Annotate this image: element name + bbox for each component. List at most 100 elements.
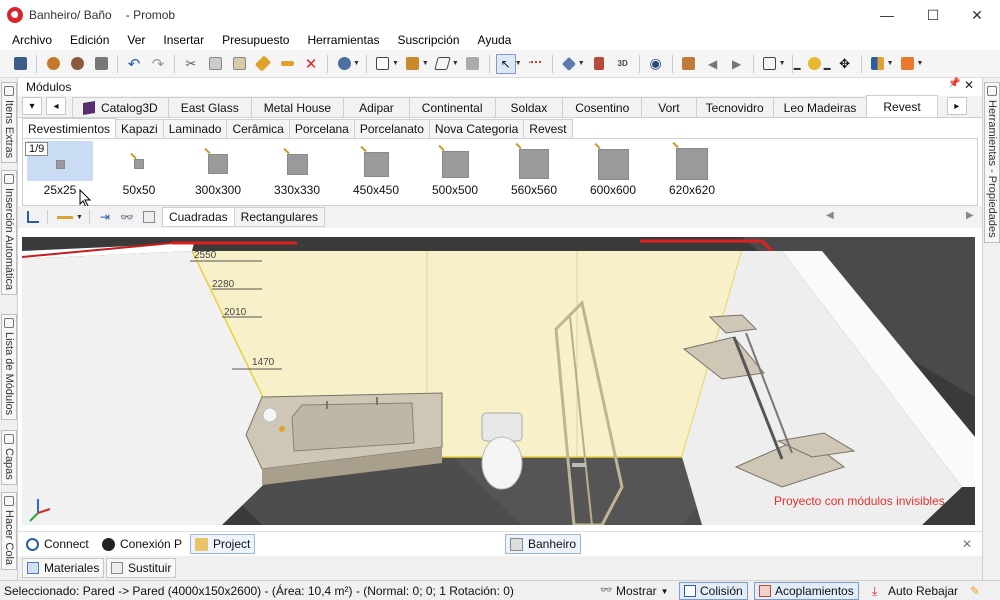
category-scroll-right-button[interactable]: ▸ <box>946 97 967 115</box>
render-icon[interactable] <box>43 54 63 74</box>
copy-module-icon[interactable] <box>140 208 158 226</box>
tab-conexion-p[interactable]: Conexión P <box>98 534 186 554</box>
dropdown-arrow-icon[interactable]: ▼ <box>76 214 83 221</box>
dock-tab-herramientas-propiedades[interactable]: Herramientas - Propiedades <box>984 82 1000 243</box>
dock-tab-capas[interactable]: Capas <box>1 430 17 485</box>
dropdown-arrow-icon[interactable]: ▼ <box>917 60 924 67</box>
menu-ver[interactable]: Ver <box>118 33 154 47</box>
dropdown-arrow-icon[interactable]: ▼ <box>515 60 522 67</box>
dock-tab-itens-extras[interactable]: Itens Extras <box>1 82 17 164</box>
gallery-scroll-left-icon[interactable]: ◀ <box>826 210 834 221</box>
undo-icon[interactable]: ↶ <box>124 54 144 74</box>
color-palette-icon[interactable] <box>868 54 888 74</box>
maximize-button[interactable]: ☐ <box>910 0 956 30</box>
line-style-icon[interactable] <box>53 208 77 226</box>
dropdown-arrow-icon[interactable]: ▼ <box>392 60 399 67</box>
select-group-icon[interactable] <box>373 54 393 74</box>
print-icon[interactable] <box>91 54 111 74</box>
tab-connect[interactable]: Connect <box>22 534 93 554</box>
mostrar-button[interactable]: 👓 Mostrar ▼ <box>596 582 673 600</box>
bottom-panel-close-button[interactable]: ✕ <box>958 534 976 554</box>
menu-herramientas[interactable]: Herramientas <box>298 33 388 47</box>
close-button[interactable]: ✕ <box>954 0 1000 30</box>
binoculars-icon[interactable]: 👓 <box>118 208 136 226</box>
subtab-porcelana[interactable]: Porcelana <box>288 119 355 138</box>
tab-soldax[interactable]: Soldax <box>494 97 564 117</box>
move-left-icon[interactable]: ◀ <box>703 54 723 74</box>
save-icon[interactable] <box>10 54 30 74</box>
budget-icon[interactable] <box>334 54 354 74</box>
tile-600x600[interactable]: 600x600 <box>580 141 646 203</box>
dock-tab-lista-de-modulos[interactable]: Lista de Módulos <box>1 314 17 421</box>
brush-icon[interactable]: ✎ <box>966 582 984 600</box>
tile-330x330[interactable]: 330x330 <box>264 141 330 203</box>
dropdown-arrow-icon[interactable]: ▼ <box>578 60 585 67</box>
filter-tab-rectangulares[interactable]: Rectangulares <box>233 207 326 227</box>
subtab-kapazi[interactable]: Kapazi <box>115 119 164 138</box>
copy-icon[interactable] <box>205 54 225 74</box>
dropdown-arrow-icon[interactable]: ▼ <box>422 60 429 67</box>
delete-icon[interactable]: ✕ <box>301 54 321 74</box>
dock-tab-hacer-cola[interactable]: Hacer Cola <box>1 492 17 571</box>
measure-icon[interactable] <box>526 54 546 74</box>
dropdown-arrow-icon[interactable]: ▼ <box>779 60 786 67</box>
dropdown-arrow-icon[interactable]: ▼ <box>452 60 459 67</box>
light-icon[interactable] <box>805 54 825 74</box>
tab-leo-madeiras[interactable]: Leo Madeiras <box>772 97 868 117</box>
menu-ayuda[interactable]: Ayuda <box>469 33 521 47</box>
cut-icon[interactable]: ✂ <box>181 54 201 74</box>
tile-560x560[interactable]: 560x560 <box>501 141 567 203</box>
ruler-icon[interactable] <box>277 54 297 74</box>
tab-revest[interactable]: Revest <box>866 95 938 117</box>
shape-icon[interactable] <box>433 54 453 74</box>
minimize-button[interactable]: — <box>864 0 910 30</box>
move-icon[interactable] <box>679 54 699 74</box>
tab-east-glass[interactable]: East Glass <box>167 97 252 117</box>
layers-icon[interactable] <box>559 54 579 74</box>
pin-icon[interactable]: 📌 <box>948 78 960 89</box>
dropdown-arrow-icon[interactable]: ▬ <box>824 65 831 72</box>
paste-icon[interactable] <box>229 54 249 74</box>
category-scroll-left-button[interactable]: ◂ <box>46 97 66 115</box>
tile-300x300[interactable]: 300x300 <box>185 141 251 203</box>
subtab-revest[interactable]: Revest <box>523 119 573 138</box>
menu-insertar[interactable]: Insertar <box>154 33 213 47</box>
tab-cosentino[interactable]: Cosentino <box>562 97 643 117</box>
tab-materiales[interactable]: Materiales <box>22 558 105 578</box>
acoplamientos-toggle[interactable]: Acoplamientos <box>754 582 859 600</box>
tile-500x500[interactable]: 500x500 <box>422 141 488 203</box>
subtab-ceramica[interactable]: Cerâmica <box>226 119 290 138</box>
menu-suscripcion[interactable]: Suscripción <box>389 33 469 47</box>
tile-620x620[interactable]: 620x620 <box>659 141 725 203</box>
insert-icon[interactable]: ⇥ <box>96 208 114 226</box>
tab-project[interactable]: Project <box>190 534 256 554</box>
auto-rebajar-toggle[interactable]: ⤓ Auto Rebajar <box>868 582 962 600</box>
paint-icon[interactable] <box>253 54 273 74</box>
subtab-nova-categoria[interactable]: Nova Categoria <box>428 119 525 138</box>
modulos-close-button[interactable]: ✕ <box>964 78 974 92</box>
level-up-icon[interactable] <box>24 208 42 226</box>
subtab-laminado[interactable]: Laminado <box>162 119 228 138</box>
user-icon[interactable] <box>898 54 918 74</box>
dropdown-arrow-icon[interactable]: ▼ <box>353 60 360 67</box>
dropdown-arrow-icon[interactable]: ▬ <box>794 65 801 72</box>
tile-450x450[interactable]: 450x450 <box>343 141 409 203</box>
gallery-scroll-right-icon[interactable]: ▶ <box>966 210 974 221</box>
move-right-icon[interactable]: ▶ <box>727 54 747 74</box>
tab-adipar[interactable]: Adipar <box>343 97 410 117</box>
eye-icon[interactable]: ◉ <box>646 54 666 74</box>
elevation-icon[interactable] <box>589 54 609 74</box>
modules-icon[interactable] <box>403 54 423 74</box>
subtab-porcelanato[interactable]: Porcelanato <box>353 119 430 138</box>
filter-tab-cuadradas[interactable]: Cuadradas <box>161 207 235 227</box>
document-tab-banheiro[interactable]: Banheiro <box>505 534 582 554</box>
redo-icon[interactable]: ↷ <box>148 54 168 74</box>
tab-catalog3d[interactable]: Catalog3D <box>72 97 169 117</box>
tile-50x50[interactable]: 50x50 <box>106 141 172 203</box>
category-dropdown-button[interactable]: ▾ <box>22 97 42 115</box>
menu-archivo[interactable]: Archivo <box>0 33 61 47</box>
menu-presupuesto[interactable]: Presupuesto <box>213 33 298 47</box>
grid-icon[interactable] <box>463 54 483 74</box>
tab-continental[interactable]: Continental <box>408 97 496 117</box>
pan-icon[interactable]: ✥ <box>835 54 855 74</box>
